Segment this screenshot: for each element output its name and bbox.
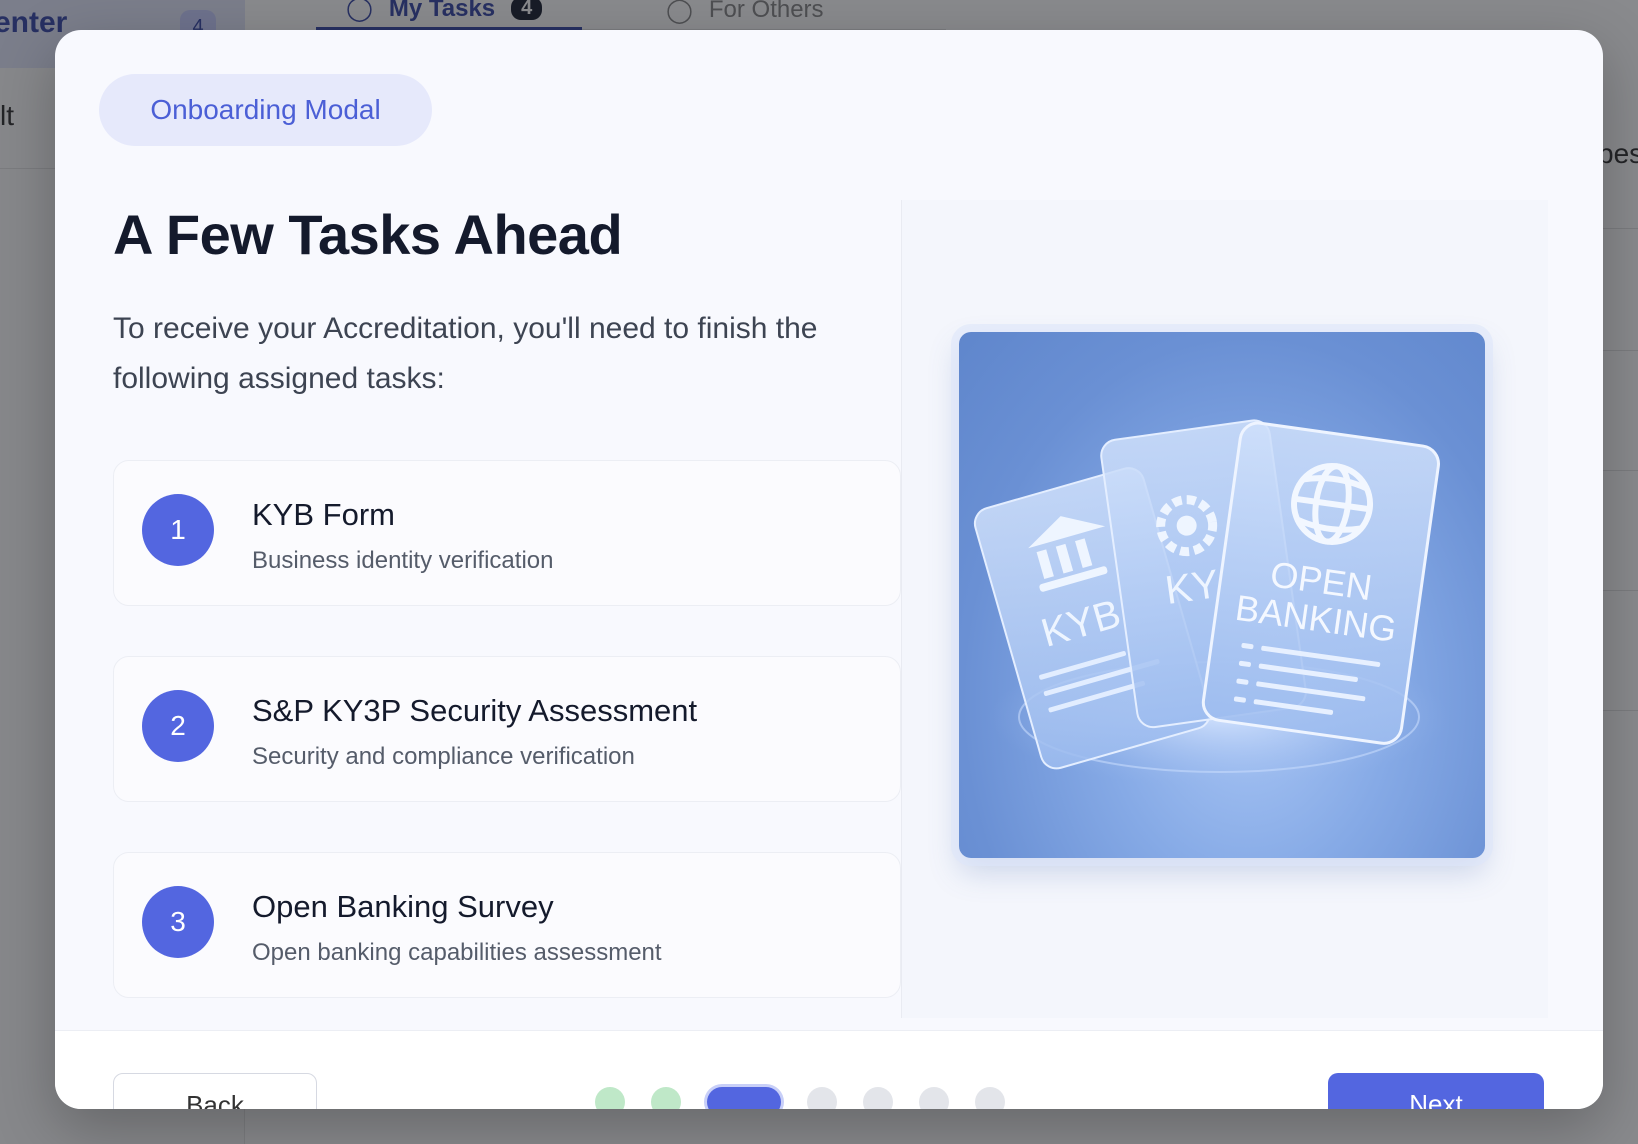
task-card-security-assessment: 2 S&P KY3P Security Assessment Security …	[113, 656, 901, 802]
step-dot[interactable]	[595, 1087, 625, 1109]
modal-intro-text: To receive your Accreditation, you'll ne…	[113, 312, 818, 395]
modal-tag: Onboarding Modal	[99, 74, 432, 146]
panel-divider	[901, 200, 902, 1018]
step-dot[interactable]	[651, 1087, 681, 1109]
task-card-kyb: 1 KYB Form Business identity verificatio…	[113, 460, 901, 606]
task-title: Open Banking Survey	[252, 889, 554, 924]
task-step-number: 3	[142, 886, 214, 958]
task-subtitle: Open banking capabilities assessment	[252, 939, 662, 966]
tasks-illustration: KYB KY OPEN BANKING	[959, 332, 1485, 858]
back-button-label: Back	[186, 1090, 244, 1109]
task-subtitle: Security and compliance verification	[252, 743, 635, 770]
task-title: S&P KY3P Security Assessment	[252, 693, 698, 728]
back-button[interactable]: Back	[113, 1073, 317, 1109]
step-dot-current[interactable]	[707, 1087, 781, 1109]
step-dot[interactable]	[807, 1087, 837, 1109]
next-button[interactable]: Next	[1328, 1073, 1544, 1109]
open-banking-card: OPEN BANKING	[1201, 421, 1440, 745]
task-step-number: 1	[142, 494, 214, 566]
step-indicator	[595, 1087, 1005, 1109]
step-dot[interactable]	[919, 1087, 949, 1109]
task-title: KYB Form	[252, 497, 395, 532]
task-card-open-banking: 3 Open Banking Survey Open banking capab…	[113, 852, 901, 998]
step-dot[interactable]	[975, 1087, 1005, 1109]
next-button-label: Next	[1409, 1089, 1463, 1109]
step-dot[interactable]	[863, 1087, 893, 1109]
task-step-number: 2	[142, 690, 214, 762]
modal-title: A Few Tasks Ahead	[113, 203, 623, 266]
modal-footer: Back Next	[55, 1030, 1603, 1109]
onboarding-modal: Onboarding Modal A Few Tasks Ahead To re…	[55, 30, 1603, 1109]
card-label-ky: KY	[1163, 562, 1222, 613]
task-subtitle: Business identity verification	[252, 547, 554, 574]
